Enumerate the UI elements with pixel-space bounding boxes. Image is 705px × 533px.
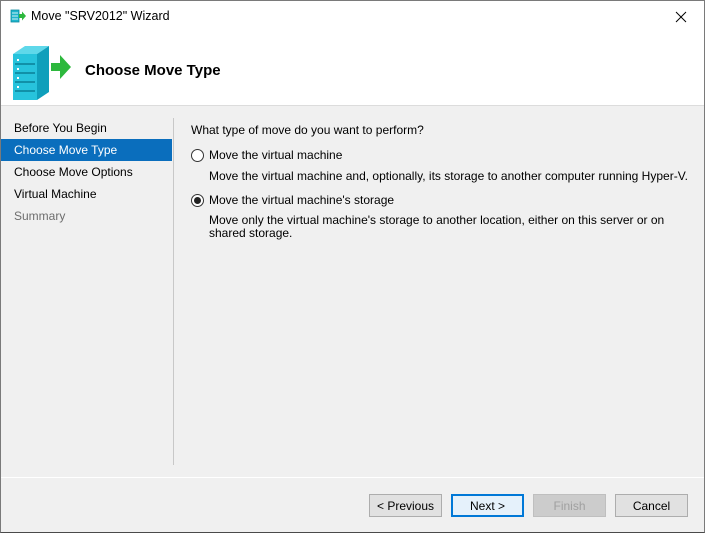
radio-move-vm[interactable] [191, 148, 204, 162]
radio-move-storage[interactable] [191, 193, 204, 207]
nav-step-before-you-begin[interactable]: Before You Begin [1, 117, 173, 139]
window-title: Move "SRV2012" Wizard [31, 9, 170, 23]
move-server-icon [10, 9, 26, 23]
question-label: What type of move do you want to perform… [191, 123, 424, 137]
option-move-vm-description: Move the virtual machine and, optionally… [209, 169, 688, 183]
nav-step-choose-move-options[interactable]: Choose Move Options [1, 161, 173, 183]
finish-button: Finish [533, 494, 606, 517]
next-button[interactable]: Next > [451, 494, 524, 517]
cancel-button[interactable]: Cancel [615, 494, 688, 517]
option-move-storage[interactable]: Move the virtual machine's storage [191, 193, 394, 207]
wizard-window: Move "SRV2012" Wizard Choose Move Type B… [0, 0, 705, 533]
wizard-header: Choose Move Type [1, 32, 704, 106]
nav-divider [173, 118, 174, 465]
option-move-vm[interactable]: Move the virtual machine [191, 148, 342, 162]
footer-separator [1, 477, 704, 478]
close-button[interactable] [658, 1, 704, 32]
nav-step-virtual-machine[interactable]: Virtual Machine [1, 183, 173, 205]
nav-step-summary: Summary [14, 209, 66, 223]
option-move-storage-label: Move the virtual machine's storage [209, 193, 395, 207]
option-move-vm-label: Move the virtual machine [209, 148, 343, 162]
option-move-storage-description: Move only the virtual machine's storage … [209, 213, 665, 240]
close-icon [675, 11, 687, 22]
nav-step-choose-move-type[interactable]: Choose Move Type [1, 139, 172, 161]
page-title: Choose Move Type [85, 62, 221, 79]
title-bar: Move "SRV2012" Wizard [1, 1, 704, 32]
previous-button[interactable]: < Previous [369, 494, 442, 517]
wizard-steps-nav: Before You Begin Choose Move Type Choose… [1, 117, 173, 227]
server-move-icon [13, 46, 71, 100]
